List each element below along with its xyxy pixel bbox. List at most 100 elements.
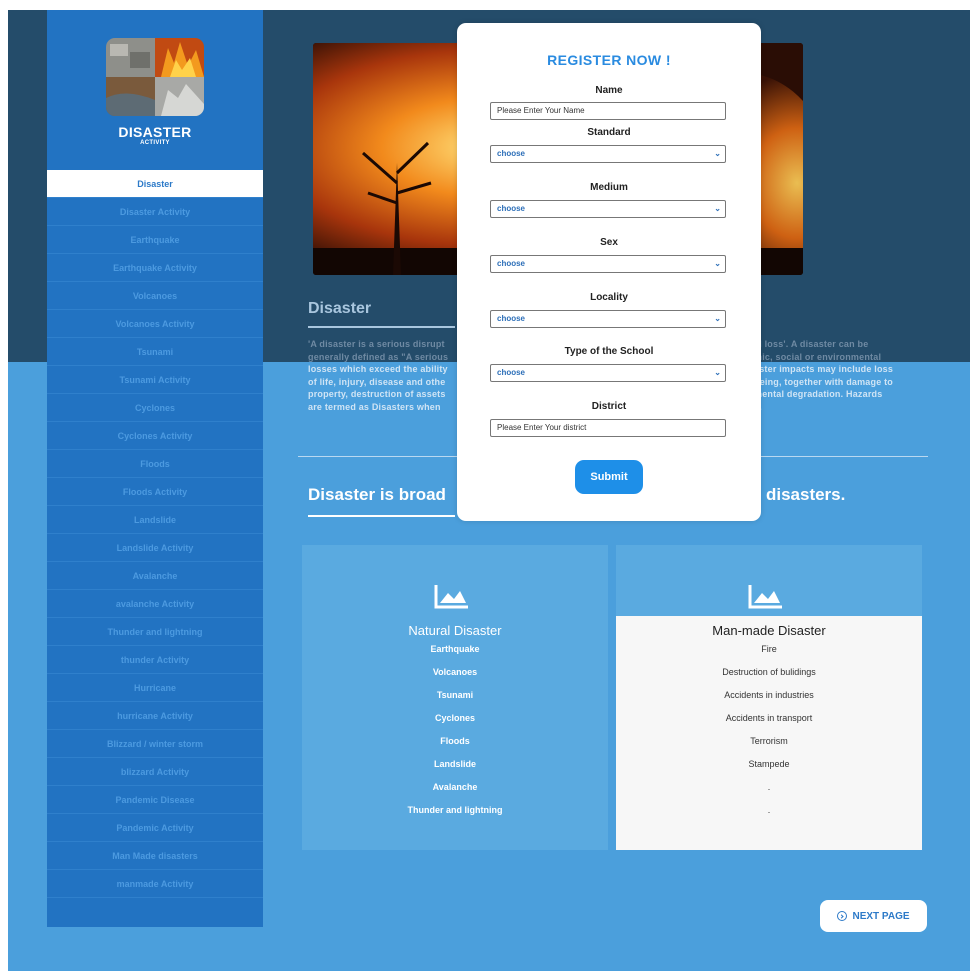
card-title: Man-made Disaster bbox=[712, 623, 826, 638]
paragraph-line-left: losses which exceed the ability bbox=[308, 364, 448, 374]
list-item: Destruction of bulidings bbox=[722, 667, 816, 677]
sidebar-item-landslide-activity[interactable]: Landslide Activity bbox=[47, 534, 263, 562]
locality-value: choose bbox=[497, 314, 526, 323]
manmade-disaster-list: Fire Destruction of bulidings Accidents in… bbox=[616, 642, 922, 826]
next-page-label: NEXT PAGE bbox=[852, 910, 910, 922]
chevron-down-icon: ⌄ bbox=[714, 259, 721, 268]
sidebar-item-landslide[interactable]: Landslide bbox=[47, 506, 263, 534]
sidebar-item-avalanche[interactable]: Avalanche bbox=[47, 562, 263, 590]
list-item: Accidents in transport bbox=[725, 713, 813, 723]
medium-value: choose bbox=[497, 204, 526, 213]
list-item: Fire bbox=[761, 644, 777, 654]
paragraph-line-left: 'A disaster is a serious disrupt bbox=[308, 339, 445, 349]
list-item: Accidents in industries bbox=[724, 690, 814, 700]
paragraph-line-left: of life, injury, disease and othe bbox=[308, 376, 446, 387]
district-input[interactable]: Please Enter Your district bbox=[490, 419, 726, 437]
locality-label: Locality bbox=[590, 292, 628, 303]
manmade-disaster-card: Man-made Disaster Fire Destruction of bul… bbox=[616, 545, 922, 850]
sidebar-item-tsunami-activity[interactable]: Tsunami Activity bbox=[47, 366, 263, 394]
sidebar-item-hurricane[interactable]: Hurricane bbox=[47, 674, 263, 702]
list-item: Landslide bbox=[433, 759, 476, 769]
chevron-down-icon: ⌄ bbox=[714, 368, 721, 377]
chevron-down-icon: ⌄ bbox=[714, 314, 721, 323]
natural-disaster-card: Natural Disaster Earthquake Volcanoes Tsun… bbox=[302, 545, 608, 850]
sidebar-item-floods-activity[interactable]: Floods Activity bbox=[47, 478, 263, 506]
standard-label: Standard bbox=[587, 127, 631, 138]
list-item: Tsunami bbox=[436, 690, 474, 700]
medium-label: Medium bbox=[590, 182, 628, 193]
sidebar-item-manmade-activity[interactable]: manmade Activity bbox=[47, 870, 263, 898]
sidebar-item-earthquake[interactable]: Earthquake bbox=[47, 226, 263, 254]
next-page-button[interactable]: NEXT PAGE bbox=[820, 900, 927, 932]
natural-disaster-list: Earthquake Volcanoes Tsunami Cyclones Floods… bbox=[302, 642, 608, 826]
broad-heading-left: Disaster is broad bbox=[308, 485, 446, 504]
list-item: Stampede bbox=[748, 759, 790, 769]
district-label: District bbox=[591, 401, 627, 412]
sex-value: choose bbox=[497, 259, 526, 268]
chevron-down-icon: ⌄ bbox=[714, 149, 721, 158]
list-item: Floods bbox=[440, 736, 470, 746]
area-chart-icon bbox=[748, 585, 782, 609]
list-item: Earthquake bbox=[430, 644, 480, 654]
chevron-down-icon: ⌄ bbox=[714, 204, 721, 213]
paragraph-line-left: are termed as Disasters when bbox=[308, 401, 441, 412]
sidebar-item-hurricane-activity[interactable]: hurricane Activity bbox=[47, 702, 263, 730]
sidebar-item-volcanoes[interactable]: Volcanoes bbox=[47, 282, 263, 310]
paragraph-line-right: being, together with damage to bbox=[754, 376, 894, 387]
paragraph-line-right: mental degradation. Hazards bbox=[754, 389, 883, 399]
logo-image bbox=[106, 38, 204, 116]
paragraph-line-right: mic, social or environmental bbox=[754, 351, 882, 362]
name-input[interactable]: Please Enter Your Name bbox=[490, 102, 726, 120]
sidebar-item-pandemic-disease[interactable]: Pandemic Disease bbox=[47, 786, 263, 814]
broad-underline bbox=[308, 515, 455, 517]
list-item: Volcanoes bbox=[432, 667, 478, 677]
list-item: . bbox=[767, 782, 771, 792]
sidebar-item-disaster[interactable]: Disaster bbox=[47, 170, 263, 198]
sidebar-item-volcanoes-activity[interactable]: Volcanoes Activity bbox=[47, 310, 263, 338]
sidebar-item-thunder-and-lightning[interactable]: Thunder and lightning bbox=[47, 618, 263, 646]
brand-title: DISASTER bbox=[118, 124, 192, 140]
sidebar-item-earthquake-activity[interactable]: Earthquake Activity bbox=[47, 254, 263, 282]
sidebar-item-blizzard-activity[interactable]: blizzard Activity bbox=[47, 758, 263, 786]
arrow-circle-icon bbox=[837, 911, 848, 921]
standard-value: choose bbox=[497, 149, 526, 158]
sidebar-item-blizzard-winter-storm[interactable]: Blizzard / winter storm bbox=[47, 730, 263, 758]
sidebar-item-tsunami[interactable]: Tsunami bbox=[47, 338, 263, 366]
list-item: Cyclones bbox=[434, 713, 476, 723]
heading-underline bbox=[308, 326, 455, 328]
submit-button[interactable]: Submit bbox=[575, 460, 643, 494]
paragraph-line-right: al loss'. A disaster can be bbox=[754, 339, 869, 349]
sidebar-item-pandemic-activity[interactable]: Pandemic Activity bbox=[47, 814, 263, 842]
list-item: Avalanche bbox=[432, 782, 478, 792]
sidebar-item-thunder-activity[interactable]: thunder Activity bbox=[47, 646, 263, 674]
name-label: Name bbox=[595, 85, 623, 96]
paragraph-line-left: property, destruction of assets bbox=[308, 389, 446, 399]
list-item: Terrorism bbox=[750, 736, 788, 746]
paragraph-line-left: generally defined as "A serious bbox=[308, 351, 449, 362]
school-type-value: choose bbox=[497, 368, 526, 377]
card-title: Natural Disaster bbox=[408, 623, 502, 638]
sidebar-item-cyclones-activity[interactable]: Cyclones Activity bbox=[47, 422, 263, 450]
sidebar-item-disaster-activity[interactable]: Disaster Activity bbox=[47, 198, 263, 226]
school-type-select[interactable]: choose ⌄ bbox=[490, 364, 726, 382]
brand-subtitle: ACTIVITY bbox=[140, 140, 170, 146]
area-chart-icon bbox=[434, 585, 468, 609]
list-item: . bbox=[767, 805, 771, 815]
section-heading: Disaster bbox=[308, 300, 372, 317]
sidebar-item-man-made-disasters[interactable]: Man Made disasters bbox=[47, 842, 263, 870]
list-item: Thunder and lightning bbox=[407, 805, 503, 815]
medium-select[interactable]: choose ⌄ bbox=[490, 200, 726, 218]
sex-label: Sex bbox=[600, 237, 618, 248]
sidebar-item-floods[interactable]: Floods bbox=[47, 450, 263, 478]
sidebar-nav: Disaster Disaster Activity Earthquake Earth… bbox=[47, 170, 263, 898]
locality-select[interactable]: choose ⌄ bbox=[490, 310, 726, 328]
school-type-label: Type of the School bbox=[564, 346, 654, 357]
paragraph-line-right: aster impacts may include loss bbox=[754, 364, 894, 374]
page-frame: DISASTER ACTIVITY Disaster Disaster Activ… bbox=[8, 10, 970, 971]
modal-title: REGISTER NOW ! bbox=[547, 52, 671, 68]
sidebar-item-cyclones[interactable]: Cyclones bbox=[47, 394, 263, 422]
register-modal: REGISTER NOW ! Name Please Enter Your Na… bbox=[457, 23, 761, 521]
sidebar-item-avalanche-activity[interactable]: avalanche Activity bbox=[47, 590, 263, 618]
sex-select[interactable]: choose ⌄ bbox=[490, 255, 726, 273]
standard-select[interactable]: choose ⌄ bbox=[490, 145, 726, 163]
